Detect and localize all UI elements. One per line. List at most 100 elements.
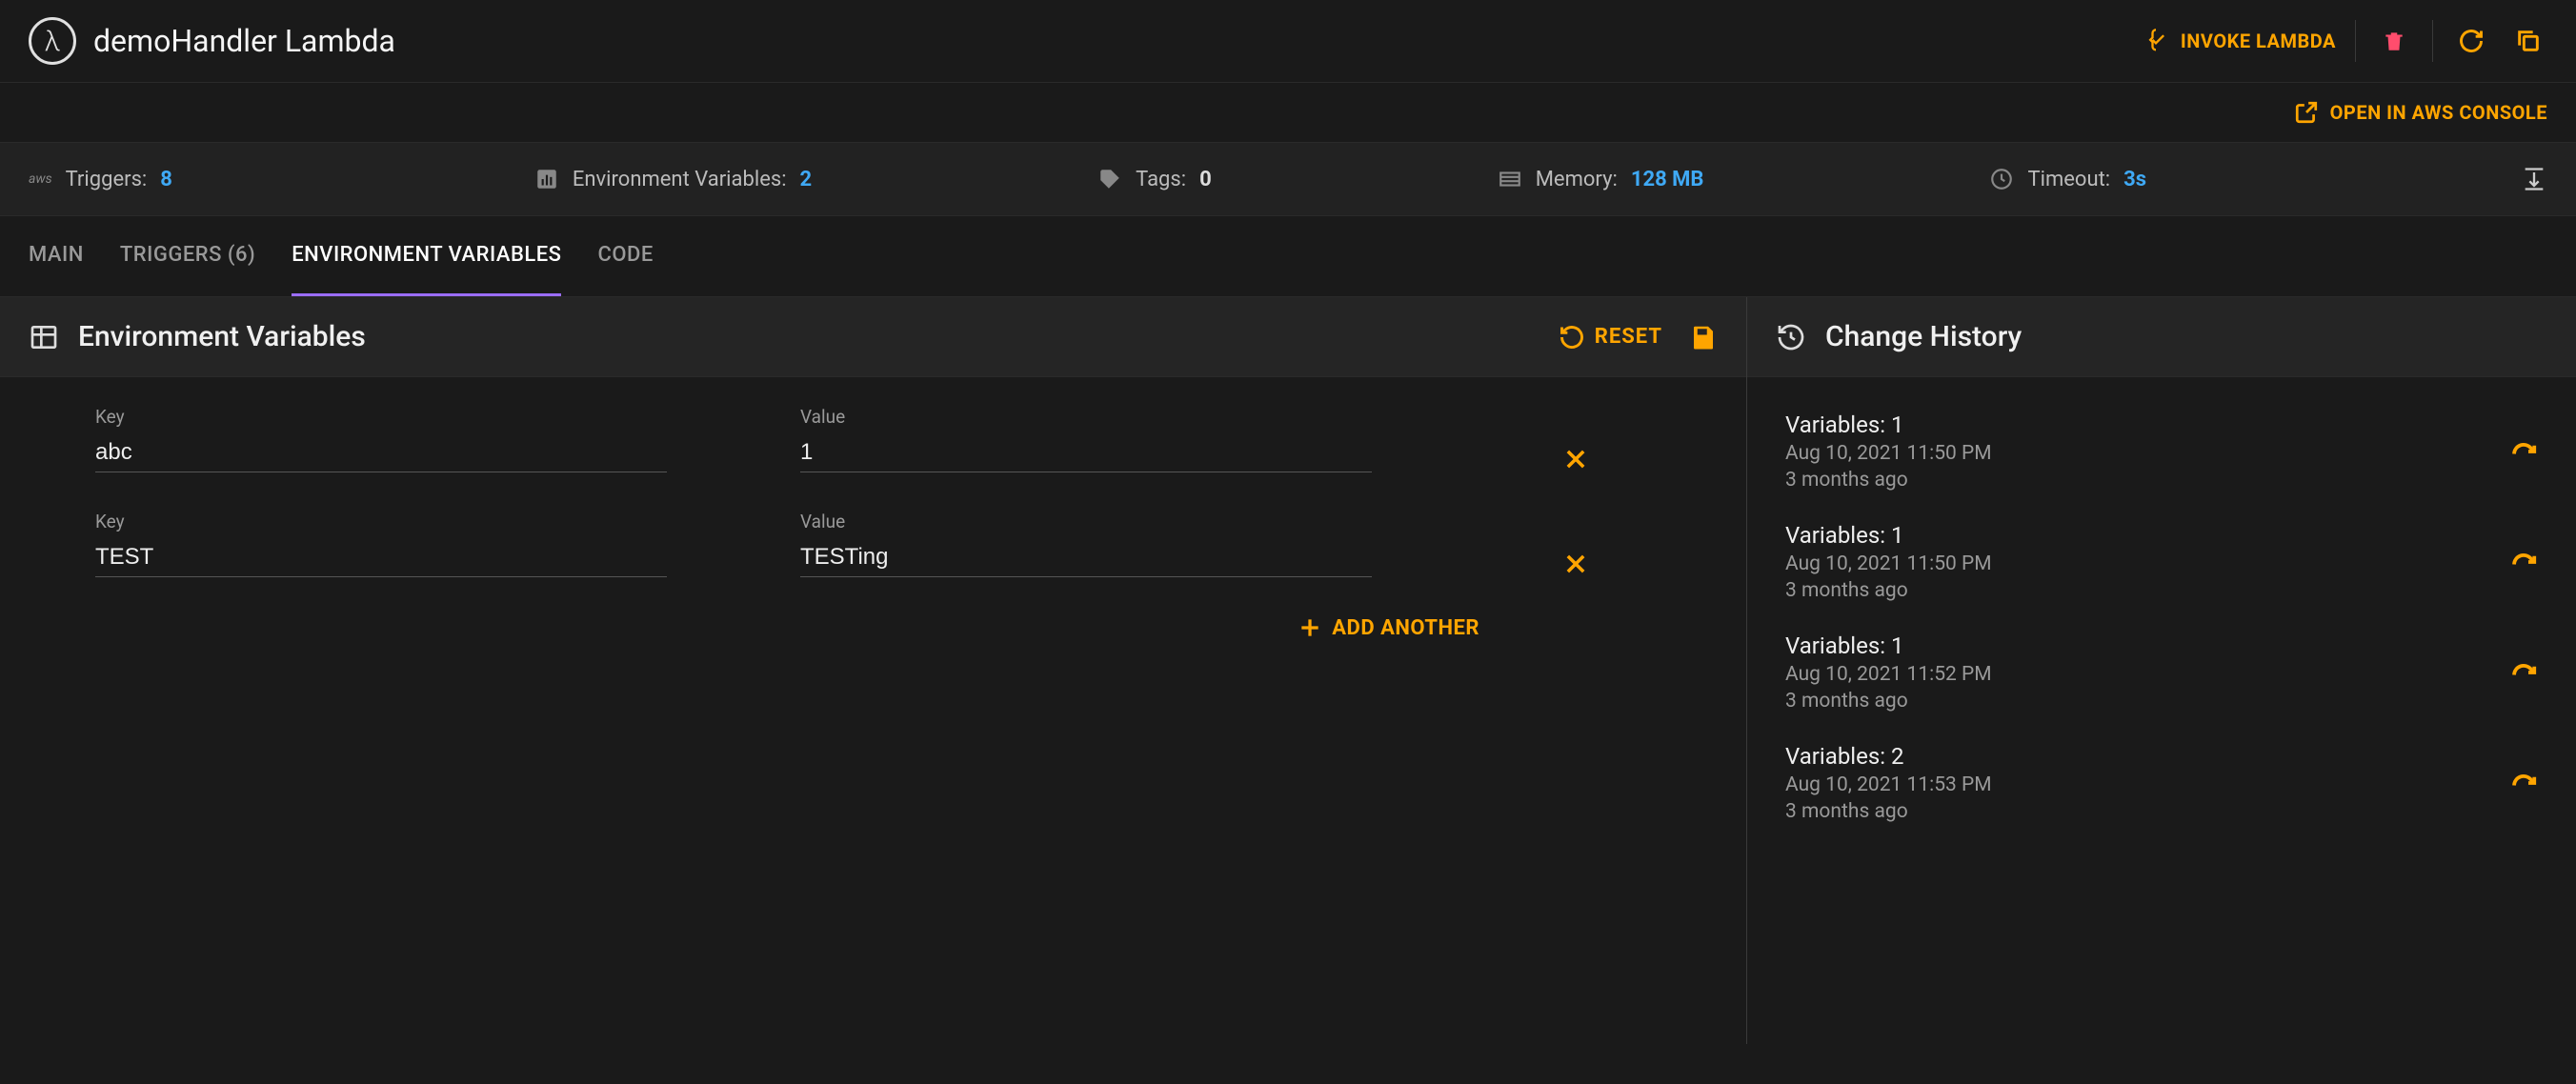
env-value-field: Value [800,511,1372,577]
history-restore-button[interactable] [2509,437,2538,466]
trash-icon [2382,29,2406,53]
tabs: MAIN TRIGGERS (6) ENVIRONMENT VARIABLES … [0,216,2576,297]
key-label: Key [95,406,667,428]
triggers-label: Triggers: [66,168,148,191]
divider [2432,20,2433,62]
env-var-pane: Environment Variables RESET Key Value [0,297,1747,1044]
env-key-field: Key [95,406,667,472]
history-item: Variables: 1 Aug 10, 2021 11:50 PM 3 mon… [1785,396,2538,507]
history-icon [1776,322,1806,352]
stat-tags: Tags: 0 [1097,167,1212,191]
memory-icon [1498,167,1522,191]
stat-timeout: Timeout: 3s [1989,167,2146,191]
history-restore-button[interactable] [2509,769,2538,797]
history-restore-button[interactable] [2509,548,2538,576]
history-item-title: Variables: 2 [1785,743,1992,770]
triggers-value: 8 [160,168,172,191]
bar-chart-icon [534,167,559,191]
lambda-logo-icon: λ [29,17,76,65]
tab-environment-variables[interactable]: ENVIRONMENT VARIABLES [292,216,561,296]
key-label: Key [95,511,667,532]
stat-triggers: aws Triggers: 8 [29,168,172,191]
memory-value: 128 MB [1631,168,1704,191]
history-item: Variables: 1 Aug 10, 2021 11:50 PM 3 mon… [1785,507,2538,617]
open-aws-label: OPEN IN AWS CONSOLE [2330,101,2547,124]
copy-icon [2515,28,2542,54]
invoke-label: INVOKE LAMBDA [2181,30,2336,52]
history-item-title: Variables: 1 [1785,632,1992,659]
env-key-field: Key [95,511,667,577]
history-item-date: Aug 10, 2021 11:50 PM [1785,442,1992,465]
save-icon [1689,323,1718,351]
header-bar: λ demoHandler Lambda INVOKE LAMBDA [0,0,2576,83]
reset-button[interactable]: RESET [1559,324,1662,351]
invoke-lambda-button[interactable]: INVOKE LAMBDA [2143,28,2336,54]
stat-memory: Memory: 128 MB [1498,167,1704,191]
history-pane: Change History Variables: 1 Aug 10, 2021… [1747,297,2576,1044]
plus-icon [1298,615,1322,640]
env-panel-header: Environment Variables RESET [0,297,1746,377]
tags-value: 0 [1199,168,1212,191]
env-key-input[interactable] [95,538,667,577]
expand-vertical-icon [2521,166,2547,192]
history-item-date: Aug 10, 2021 11:52 PM [1785,663,1992,686]
history-item-date: Aug 10, 2021 11:53 PM [1785,773,1992,796]
history-item-ago: 3 months ago [1785,800,1992,823]
redo-icon [2509,769,2538,797]
stat-envvars: Environment Variables: 2 [534,167,812,191]
clock-icon [1989,167,2014,191]
tab-code[interactable]: CODE [597,216,653,296]
envvars-value: 2 [800,168,813,191]
history-item-title: Variables: 1 [1785,522,1992,549]
divider [2355,20,2356,62]
page-title: demoHandler Lambda [93,23,395,59]
refresh-button[interactable] [2452,22,2490,60]
env-value-input[interactable] [800,538,1372,577]
history-item: Variables: 1 Aug 10, 2021 11:52 PM 3 mon… [1785,617,2538,728]
history-item: Variables: 2 Aug 10, 2021 11:53 PM 3 mon… [1785,728,2538,838]
stats-bar: aws Triggers: 8 Environment Variables: 2… [0,143,2576,216]
delete-row-button[interactable] [1562,551,1589,577]
invoke-icon [2143,28,2169,54]
table-icon [29,322,59,352]
tags-label: Tags: [1136,168,1186,191]
env-value-input[interactable] [800,433,1372,472]
history-item-ago: 3 months ago [1785,469,1992,492]
delete-button[interactable] [2375,22,2413,60]
main-content: Environment Variables RESET Key Value [0,297,2576,1044]
value-label: Value [800,511,1372,532]
delete-row-button[interactable] [1562,446,1589,472]
expand-button[interactable] [2521,166,2547,192]
tag-icon [1097,167,1122,191]
history-item-ago: 3 months ago [1785,690,1992,713]
redo-icon [2509,548,2538,576]
reset-label: RESET [1595,325,1662,349]
history-panel-title: Change History [1825,320,2022,353]
close-icon [1562,446,1589,472]
history-item-title: Variables: 1 [1785,412,1992,438]
tab-triggers[interactable]: TRIGGERS (6) [120,216,255,296]
add-another-label: ADD ANOTHER [1332,616,1479,640]
open-in-aws-button[interactable]: OPEN IN AWS CONSOLE [2294,100,2547,125]
add-another-button[interactable]: ADD ANOTHER [95,615,1689,640]
value-label: Value [800,406,1372,428]
env-var-row: Key Value [95,406,1689,472]
history-restore-button[interactable] [2509,658,2538,687]
copy-button[interactable] [2509,22,2547,60]
redo-icon [2509,437,2538,466]
tab-main[interactable]: MAIN [29,216,84,296]
env-value-field: Value [800,406,1372,472]
redo-icon [2509,658,2538,687]
external-link-icon [2294,100,2319,125]
history-panel-header: Change History [1747,297,2576,377]
env-key-input[interactable] [95,433,667,472]
memory-label: Memory: [1536,168,1618,191]
subheader: OPEN IN AWS CONSOLE [0,83,2576,143]
save-button[interactable] [1689,323,1718,351]
close-icon [1562,551,1589,577]
aws-icon: aws [29,171,52,187]
envvars-label: Environment Variables: [573,168,787,191]
env-body: Key Value Key Value ADD ANOTHER [0,377,1746,669]
timeout-value: 3s [2123,168,2146,191]
timeout-label: Timeout: [2027,168,2110,191]
